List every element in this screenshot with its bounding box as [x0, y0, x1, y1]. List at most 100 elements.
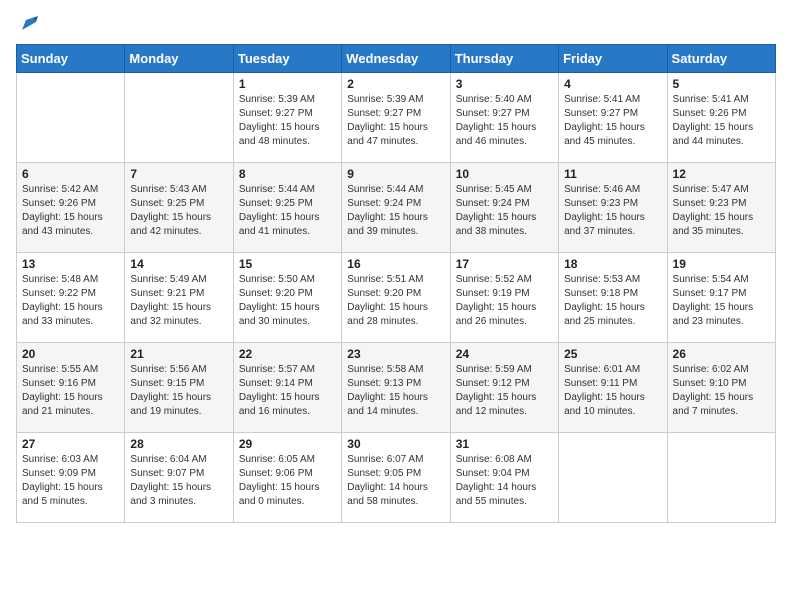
day-info: Sunrise: 5:55 AMSunset: 9:16 PMDaylight:…: [22, 363, 119, 419]
day-number: 30: [347, 437, 444, 451]
page-header: [16, 16, 776, 34]
calendar-cell: 8 Sunrise: 5:44 AMSunset: 9:25 PMDaylight…: [233, 163, 341, 253]
weekday-header-wednesday: Wednesday: [342, 45, 450, 73]
calendar-cell: 6 Sunrise: 5:42 AMSunset: 9:26 PMDaylight…: [17, 163, 125, 253]
day-info: Sunrise: 5:58 AMSunset: 9:13 PMDaylight:…: [347, 363, 444, 419]
day-info: Sunrise: 5:50 AMSunset: 9:20 PMDaylight:…: [239, 273, 336, 329]
day-info: Sunrise: 5:59 AMSunset: 9:12 PMDaylight:…: [456, 363, 553, 419]
day-info: Sunrise: 5:39 AMSunset: 9:27 PMDaylight:…: [239, 93, 336, 149]
day-info: Sunrise: 6:08 AMSunset: 9:04 PMDaylight:…: [456, 453, 553, 509]
day-number: 20: [22, 347, 119, 361]
day-number: 7: [130, 167, 227, 181]
day-info: Sunrise: 6:05 AMSunset: 9:06 PMDaylight:…: [239, 453, 336, 509]
day-info: Sunrise: 5:51 AMSunset: 9:20 PMDaylight:…: [347, 273, 444, 329]
day-number: 21: [130, 347, 227, 361]
calendar-cell: 3 Sunrise: 5:40 AMSunset: 9:27 PMDaylight…: [450, 73, 558, 163]
day-number: 1: [239, 77, 336, 91]
day-info: Sunrise: 5:47 AMSunset: 9:23 PMDaylight:…: [673, 183, 770, 239]
day-info: Sunrise: 5:41 AMSunset: 9:26 PMDaylight:…: [673, 93, 770, 149]
weekday-header-monday: Monday: [125, 45, 233, 73]
day-info: Sunrise: 5:40 AMSunset: 9:27 PMDaylight:…: [456, 93, 553, 149]
calendar-cell: 29 Sunrise: 6:05 AMSunset: 9:06 PMDayligh…: [233, 433, 341, 523]
day-number: 27: [22, 437, 119, 451]
day-info: Sunrise: 5:43 AMSunset: 9:25 PMDaylight:…: [130, 183, 227, 239]
day-info: Sunrise: 5:49 AMSunset: 9:21 PMDaylight:…: [130, 273, 227, 329]
day-info: Sunrise: 6:03 AMSunset: 9:09 PMDaylight:…: [22, 453, 119, 509]
calendar-cell: 17 Sunrise: 5:52 AMSunset: 9:19 PMDayligh…: [450, 253, 558, 343]
weekday-header-friday: Friday: [559, 45, 667, 73]
calendar-cell: 2 Sunrise: 5:39 AMSunset: 9:27 PMDaylight…: [342, 73, 450, 163]
day-number: 25: [564, 347, 661, 361]
day-info: Sunrise: 5:57 AMSunset: 9:14 PMDaylight:…: [239, 363, 336, 419]
day-number: 29: [239, 437, 336, 451]
day-number: 6: [22, 167, 119, 181]
calendar-cell: 18 Sunrise: 5:53 AMSunset: 9:18 PMDayligh…: [559, 253, 667, 343]
day-number: 3: [456, 77, 553, 91]
calendar-cell: 7 Sunrise: 5:43 AMSunset: 9:25 PMDaylight…: [125, 163, 233, 253]
day-number: 14: [130, 257, 227, 271]
day-number: 8: [239, 167, 336, 181]
day-info: Sunrise: 5:44 AMSunset: 9:25 PMDaylight:…: [239, 183, 336, 239]
calendar-cell: 28 Sunrise: 6:04 AMSunset: 9:07 PMDayligh…: [125, 433, 233, 523]
day-number: 13: [22, 257, 119, 271]
calendar-cell: 14 Sunrise: 5:49 AMSunset: 9:21 PMDayligh…: [125, 253, 233, 343]
day-number: 18: [564, 257, 661, 271]
day-number: 24: [456, 347, 553, 361]
day-info: Sunrise: 5:52 AMSunset: 9:19 PMDaylight:…: [456, 273, 553, 329]
day-info: Sunrise: 6:01 AMSunset: 9:11 PMDaylight:…: [564, 363, 661, 419]
day-number: 28: [130, 437, 227, 451]
calendar-cell: [17, 73, 125, 163]
logo: [16, 16, 40, 34]
calendar-cell: 22 Sunrise: 5:57 AMSunset: 9:14 PMDayligh…: [233, 343, 341, 433]
day-info: Sunrise: 5:39 AMSunset: 9:27 PMDaylight:…: [347, 93, 444, 149]
day-number: 19: [673, 257, 770, 271]
calendar-cell: 10Sunrise: 5:45 AMSunset: 9:24 PMDayligh…: [450, 163, 558, 253]
logo-icon: [18, 12, 40, 34]
day-info: Sunrise: 5:53 AMSunset: 9:18 PMDaylight:…: [564, 273, 661, 329]
day-number: 15: [239, 257, 336, 271]
calendar-cell: 15 Sunrise: 5:50 AMSunset: 9:20 PMDayligh…: [233, 253, 341, 343]
day-info: Sunrise: 5:44 AMSunset: 9:24 PMDaylight:…: [347, 183, 444, 239]
day-info: Sunrise: 5:46 AMSunset: 9:23 PMDaylight:…: [564, 183, 661, 239]
day-info: Sunrise: 5:48 AMSunset: 9:22 PMDaylight:…: [22, 273, 119, 329]
calendar-cell: 30 Sunrise: 6:07 AMSunset: 9:05 PMDayligh…: [342, 433, 450, 523]
calendar-cell: 5 Sunrise: 5:41 AMSunset: 9:26 PMDaylight…: [667, 73, 775, 163]
weekday-header-thursday: Thursday: [450, 45, 558, 73]
day-number: 12: [673, 167, 770, 181]
day-number: 5: [673, 77, 770, 91]
calendar-cell: 13 Sunrise: 5:48 AMSunset: 9:22 PMDayligh…: [17, 253, 125, 343]
calendar-cell: 23Sunrise: 5:58 AMSunset: 9:13 PMDayligh…: [342, 343, 450, 433]
calendar-cell: 4 Sunrise: 5:41 AMSunset: 9:27 PMDaylight…: [559, 73, 667, 163]
calendar-cell: 11 Sunrise: 5:46 AMSunset: 9:23 PMDayligh…: [559, 163, 667, 253]
day-number: 31: [456, 437, 553, 451]
calendar-cell: [559, 433, 667, 523]
calendar-cell: [125, 73, 233, 163]
calendar-cell: 27 Sunrise: 6:03 AMSunset: 9:09 PMDayligh…: [17, 433, 125, 523]
day-info: Sunrise: 6:04 AMSunset: 9:07 PMDaylight:…: [130, 453, 227, 509]
day-number: 26: [673, 347, 770, 361]
day-info: Sunrise: 5:41 AMSunset: 9:27 PMDaylight:…: [564, 93, 661, 149]
calendar-cell: [667, 433, 775, 523]
day-number: 10: [456, 167, 553, 181]
day-info: Sunrise: 6:07 AMSunset: 9:05 PMDaylight:…: [347, 453, 444, 509]
calendar-cell: 12 Sunrise: 5:47 AMSunset: 9:23 PMDayligh…: [667, 163, 775, 253]
calendar-cell: 16Sunrise: 5:51 AMSunset: 9:20 PMDayligh…: [342, 253, 450, 343]
calendar-cell: 9 Sunrise: 5:44 AMSunset: 9:24 PMDaylight…: [342, 163, 450, 253]
day-number: 22: [239, 347, 336, 361]
day-info: Sunrise: 5:56 AMSunset: 9:15 PMDaylight:…: [130, 363, 227, 419]
day-number: 17: [456, 257, 553, 271]
weekday-header-saturday: Saturday: [667, 45, 775, 73]
day-number: 4: [564, 77, 661, 91]
day-info: Sunrise: 5:42 AMSunset: 9:26 PMDaylight:…: [22, 183, 119, 239]
calendar-cell: 31 Sunrise: 6:08 AMSunset: 9:04 PMDayligh…: [450, 433, 558, 523]
day-info: Sunrise: 6:02 AMSunset: 9:10 PMDaylight:…: [673, 363, 770, 419]
day-number: 2: [347, 77, 444, 91]
calendar-table: SundayMondayTuesdayWednesdayThursdayFrid…: [16, 44, 776, 523]
calendar-cell: 24 Sunrise: 5:59 AMSunset: 9:12 PMDayligh…: [450, 343, 558, 433]
day-number: 9: [347, 167, 444, 181]
calendar-cell: 20 Sunrise: 5:55 AMSunset: 9:16 PMDayligh…: [17, 343, 125, 433]
calendar-cell: 19Sunrise: 5:54 AMSunset: 9:17 PMDayligh…: [667, 253, 775, 343]
calendar-cell: 26 Sunrise: 6:02 AMSunset: 9:10 PMDayligh…: [667, 343, 775, 433]
day-number: 11: [564, 167, 661, 181]
calendar-cell: 21 Sunrise: 5:56 AMSunset: 9:15 PMDayligh…: [125, 343, 233, 433]
